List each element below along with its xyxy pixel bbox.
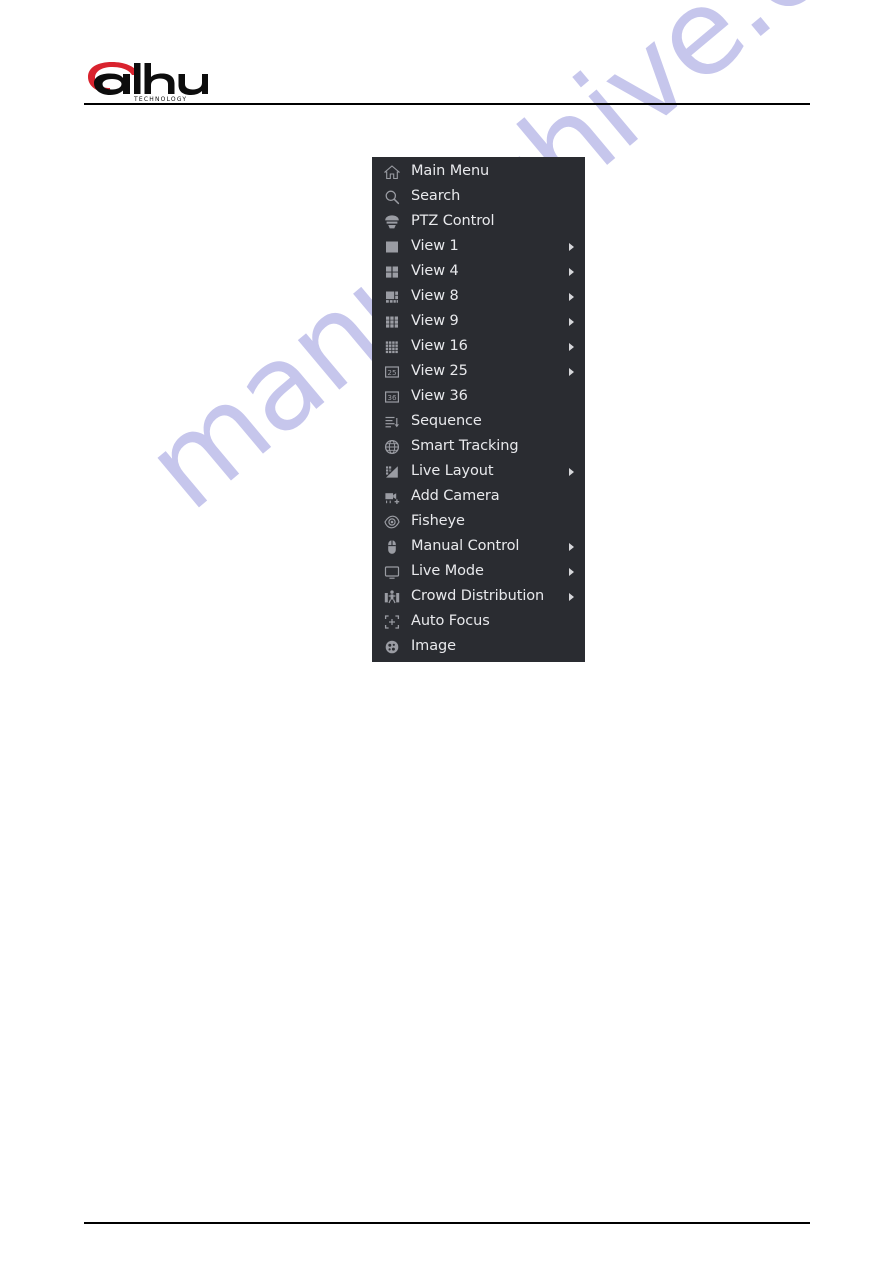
menu-item-label: View 9	[411, 313, 459, 329]
submenu-arrow-icon	[569, 542, 574, 551]
menu-item-smart-tracking[interactable]: Smart Tracking	[372, 434, 585, 459]
add-camera-icon	[384, 489, 400, 505]
view-16-icon	[384, 339, 400, 355]
menu-item-label: Smart Tracking	[411, 438, 519, 454]
submenu-arrow-icon	[569, 267, 574, 276]
view-9-icon	[384, 314, 400, 330]
submenu-arrow-icon	[569, 317, 574, 326]
menu-item-manual-control[interactable]: Manual Control	[372, 534, 585, 559]
sequence-icon	[384, 414, 400, 430]
view-25-icon	[384, 364, 400, 380]
menu-item-label: PTZ Control	[411, 213, 495, 229]
menu-item-view-36[interactable]: View 36	[372, 384, 585, 409]
menu-item-label: Fisheye	[411, 513, 465, 529]
logo-subtitle: TECHNOLOGY	[133, 96, 187, 102]
menu-item-label: View 16	[411, 338, 468, 354]
menu-item-view-9[interactable]: View 9	[372, 309, 585, 334]
menu-item-ptz-control[interactable]: PTZ Control	[372, 209, 585, 234]
monitor-icon	[384, 564, 400, 580]
menu-item-view-25[interactable]: View 25	[372, 359, 585, 384]
submenu-arrow-icon	[569, 342, 574, 351]
menu-item-label: Manual Control	[411, 538, 520, 554]
menu-item-label: Sequence	[411, 413, 482, 429]
submenu-arrow-icon	[569, 367, 574, 376]
menu-item-sequence[interactable]: Sequence	[372, 409, 585, 434]
menu-item-label: Live Mode	[411, 563, 484, 579]
menu-item-label: Live Layout	[411, 463, 494, 479]
menu-item-label: View 8	[411, 288, 459, 304]
view-1-icon	[384, 239, 400, 255]
menu-item-view-16[interactable]: View 16	[372, 334, 585, 359]
submenu-arrow-icon	[569, 467, 574, 476]
menu-item-label: View 1	[411, 238, 459, 254]
mouse-icon	[384, 539, 400, 555]
menu-item-search[interactable]: Search	[372, 184, 585, 209]
submenu-arrow-icon	[569, 567, 574, 576]
menu-item-view-8[interactable]: View 8	[372, 284, 585, 309]
menu-item-label: View 4	[411, 263, 459, 279]
header-divider	[84, 103, 810, 105]
menu-item-label: Auto Focus	[411, 613, 490, 629]
search-icon	[384, 189, 400, 205]
menu-item-crowd-distribution[interactable]: Crowd Distribution	[372, 584, 585, 609]
submenu-arrow-icon	[569, 292, 574, 301]
menu-item-label: View 25	[411, 363, 468, 379]
menu-item-fisheye[interactable]: Fisheye	[372, 509, 585, 534]
smart-tracking-icon	[384, 439, 400, 455]
menu-item-view-1[interactable]: View 1	[372, 234, 585, 259]
footer-divider	[84, 1222, 810, 1224]
fisheye-eye-icon	[384, 514, 400, 530]
menu-item-label: Add Camera	[411, 488, 500, 504]
menu-item-live-layout[interactable]: Live Layout	[372, 459, 585, 484]
menu-item-label: Search	[411, 188, 461, 204]
menu-item-main-menu[interactable]: Main Menu	[372, 159, 585, 184]
menu-item-label: Main Menu	[411, 163, 490, 179]
context-menu-panel: Main Menu Search PTZ Control View 1 View 4 Vi…	[372, 157, 585, 662]
menu-item-image[interactable]: Image	[372, 634, 585, 659]
view-8-icon	[384, 289, 400, 305]
crowd-distribution-icon	[384, 589, 400, 605]
menu-item-live-mode[interactable]: Live Mode	[372, 559, 585, 584]
view-4-icon	[384, 264, 400, 280]
menu-item-label: View 36	[411, 388, 468, 404]
page-canvas: manualshive.com TECHNOLOGY Main MenuSear…	[0, 0, 893, 1263]
submenu-arrow-icon	[569, 242, 574, 251]
menu-item-label: Image	[411, 638, 456, 654]
view-36-icon	[384, 389, 400, 405]
dahua-logo: TECHNOLOGY	[84, 60, 208, 102]
ptz-dome-icon	[384, 214, 400, 230]
aperture-icon	[384, 639, 400, 655]
menu-item-add-camera[interactable]: Add Camera	[372, 484, 585, 509]
menu-item-auto-focus[interactable]: Auto Focus	[372, 609, 585, 634]
home-icon	[384, 164, 400, 180]
menu-item-view-4[interactable]: View 4	[372, 259, 585, 284]
menu-item-label: Crowd Distribution	[411, 588, 545, 604]
auto-focus-icon	[384, 614, 400, 630]
live-layout-icon	[384, 464, 400, 480]
submenu-arrow-icon	[569, 592, 574, 601]
